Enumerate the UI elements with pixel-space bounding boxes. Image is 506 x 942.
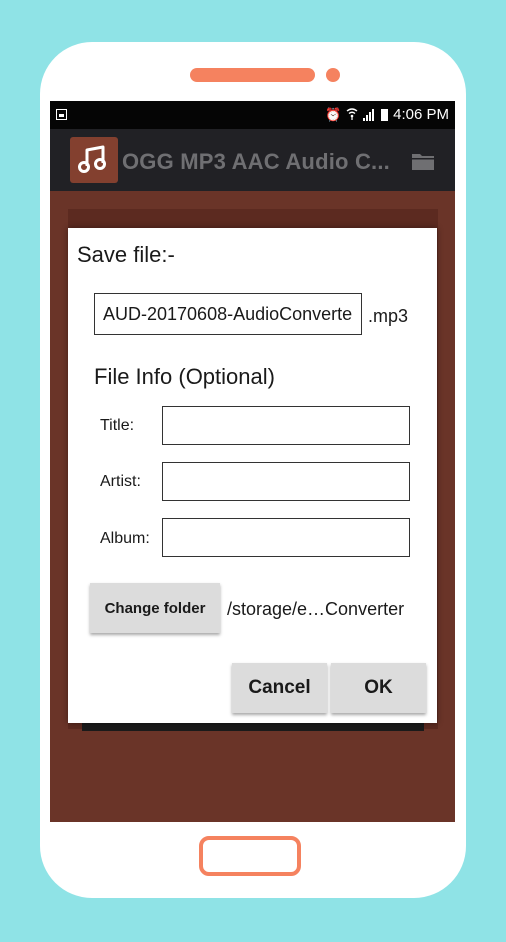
artist-field[interactable] [162,462,410,501]
home-button[interactable] [199,836,301,876]
artist-label: Artist: [100,473,141,490]
wifi-icon [346,107,358,123]
folder-path: /storage/e…Converter [227,599,405,619]
ok-button[interactable]: OK [331,663,426,713]
status-bar: ⏰ 4:06 PM [50,101,455,129]
status-icons: ⏰ 4:06 PM [325,106,449,123]
title-field[interactable] [162,406,410,445]
save-file-dialog: Save file:- .mp3 File Info (Optional) Ti… [68,228,437,723]
dialog-title: Save file:- [77,242,175,267]
filename-input[interactable] [94,293,362,335]
action-bar: OGG MP3 AAC Audio C... [50,129,455,191]
album-field[interactable] [162,518,410,557]
phone-speaker [190,68,315,82]
file-extension: .mp3 [368,306,409,326]
signal-icon [363,108,375,121]
title-label: Title: [100,417,135,434]
app-title: OGG MP3 AAC Audio C... [122,149,390,174]
alarm-icon: ⏰ [324,106,342,122]
music-note-icon [70,137,118,183]
folder-icon[interactable] [411,151,435,171]
album-label: Album: [100,530,150,547]
change-folder-button[interactable]: Change folder [90,583,220,633]
battery-icon [381,108,389,121]
status-time: 4:06 PM [393,106,449,123]
phone-camera [326,68,340,82]
cancel-button[interactable]: Cancel [232,663,327,713]
image-notification-icon [56,109,67,120]
file-info-heading: File Info (Optional) [94,364,275,389]
